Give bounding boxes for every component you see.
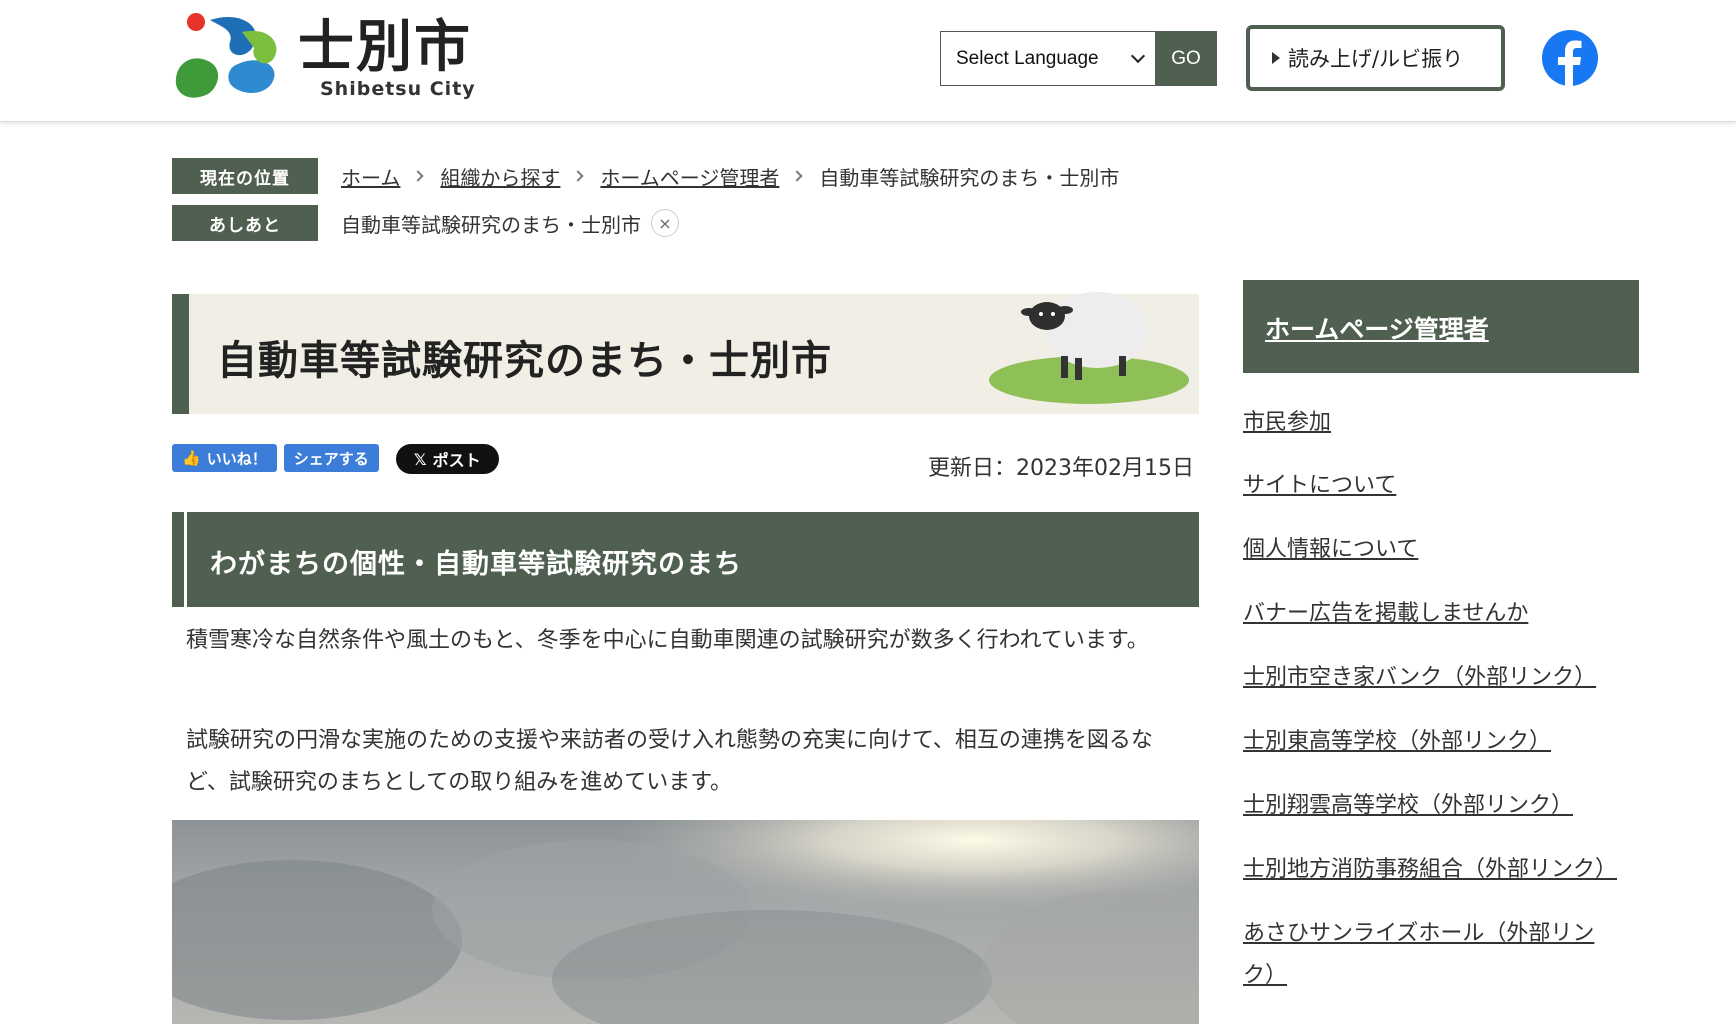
- sidebar-link-banner-ads[interactable]: バナー広告を掲載しませんか: [1243, 593, 1643, 635]
- history-item[interactable]: 自動車等試験研究のまち・士別市: [341, 209, 641, 238]
- section-heading: わがまちの個性・自動車等試験研究のまち: [210, 549, 742, 580]
- breadcrumb-label: 現在の位置: [172, 158, 318, 194]
- close-icon[interactable]: ×: [651, 209, 679, 237]
- sidebar-link-fire-department[interactable]: 士別地方消防事務組合（外部リンク）: [1243, 849, 1643, 891]
- breadcrumb: 現在の位置 ホーム 組織から探す ホームページ管理者 自動車等試験研究のまち・士…: [172, 158, 1119, 194]
- sidebar-link-sunrise-hall[interactable]: あさひサンライズホール（外部リンク）: [1243, 913, 1623, 997]
- page-title: 自動車等試験研究のまち・士別市: [217, 338, 832, 384]
- sidebar-heading[interactable]: ホームページ管理者: [1265, 310, 1489, 346]
- page-title-banner: 自動車等試験研究のまち・士別市: [172, 292, 1199, 414]
- history-label: あしあと: [172, 205, 318, 241]
- site-header: 士別市 Shibetsu City Select Language GO 読み上…: [0, 0, 1736, 122]
- chevron-right-icon: [572, 170, 585, 182]
- language-select[interactable]: Select Language: [940, 31, 1155, 86]
- breadcrumb-current: 自動車等試験研究のまち・士別市: [819, 165, 1120, 190]
- breadcrumb-items: ホーム 組織から探す ホームページ管理者 自動車等試験研究のまち・士別市: [341, 162, 1119, 191]
- sky-image-icon: [172, 820, 1199, 1024]
- logo-subtitle: Shibetsu City: [320, 78, 476, 100]
- city-emblem-icon: [175, 13, 277, 98]
- breadcrumb-home[interactable]: ホーム: [341, 162, 400, 191]
- facebook-share-button[interactable]: シェアする: [283, 444, 379, 472]
- chevron-down-icon: [1130, 48, 1146, 63]
- sheep-illustration-icon: [989, 292, 1189, 404]
- play-triangle-icon: [1272, 52, 1280, 64]
- language-selector: Select Language GO: [940, 31, 1217, 86]
- section-heading-bar: わがまちの個性・自動車等試験研究のまち: [172, 512, 1199, 607]
- social-buttons: 👍 いいね！ シェアする 𝕏 ポスト: [172, 444, 499, 474]
- sidebar-link-vacant-house-bank[interactable]: 士別市空き家バンク（外部リンク）: [1243, 657, 1643, 699]
- read-aloud-button[interactable]: 読み上げ/ルビ振り: [1246, 25, 1505, 91]
- cloudy-sky-photo: [172, 820, 1199, 1024]
- site-logo[interactable]: 士別市 Shibetsu City: [170, 12, 490, 107]
- logo-title: 士別市: [298, 15, 472, 80]
- body-paragraph: 積雪寒冷な自然条件や風土のもと、冬季を中心に自動車関連の試験研究が数多く行われて…: [186, 628, 1149, 653]
- language-go-button[interactable]: GO: [1155, 31, 1217, 86]
- x-logo-icon: 𝕏: [413, 449, 427, 469]
- body-paragraph: 試験研究の円滑な実施のための支援や来訪者の受け入れ態勢の充実に向けて、相互の連携…: [186, 728, 1153, 795]
- like-label: いいね！: [206, 449, 267, 468]
- sidebar-link-privacy[interactable]: 個人情報について: [1243, 529, 1643, 571]
- sidebar-link-citizen-participation[interactable]: 市民参加: [1243, 402, 1643, 444]
- breadcrumb-admin[interactable]: ホームページ管理者: [600, 162, 779, 191]
- post-label: ポスト: [432, 451, 481, 470]
- sidebar-link-higashi-high-school[interactable]: 士別東高等学校（外部リンク）: [1243, 721, 1643, 763]
- x-post-button[interactable]: 𝕏 ポスト: [395, 444, 499, 474]
- history-trail: あしあと 自動車等試験研究のまち・士別市 ×: [172, 205, 679, 241]
- updated-date: 更新日：2023年02月15日: [928, 456, 1194, 481]
- facebook-like-button[interactable]: 👍 いいね！: [172, 444, 277, 472]
- read-aloud-label: 読み上げ/ルビ振り: [1288, 47, 1464, 71]
- thumbs-up-icon: 👍: [182, 449, 201, 467]
- sidebar-link-about-site[interactable]: サイトについて: [1243, 465, 1643, 507]
- chevron-right-icon: [791, 170, 804, 182]
- chevron-right-icon: [412, 170, 425, 182]
- language-select-label: Select Language: [956, 47, 1099, 69]
- facebook-icon[interactable]: [1542, 30, 1598, 86]
- breadcrumb-organization[interactable]: 組織から探す: [440, 162, 560, 191]
- sidebar-heading-box[interactable]: ホームページ管理者: [1243, 280, 1639, 373]
- history-items: 自動車等試験研究のまち・士別市 ×: [341, 209, 679, 238]
- sidebar-link-shoun-high-school[interactable]: 士別翔雲高等学校（外部リンク）: [1243, 785, 1643, 827]
